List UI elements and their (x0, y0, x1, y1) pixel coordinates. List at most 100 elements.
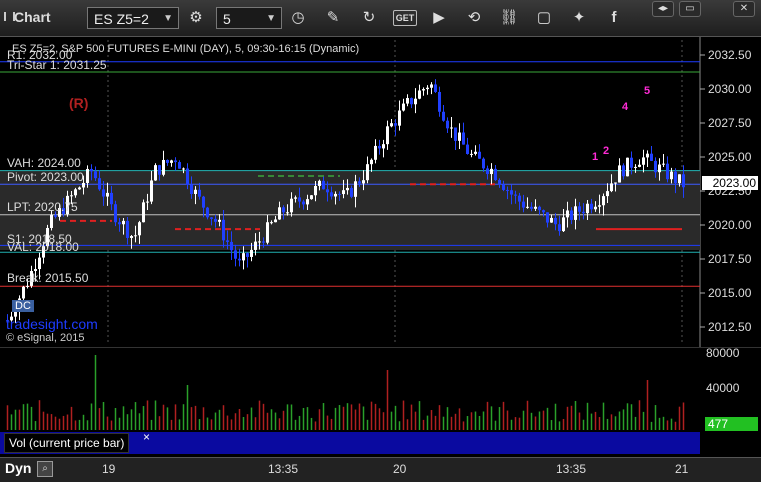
candle-body (286, 212, 289, 214)
candle-body (530, 206, 533, 209)
candle-body (314, 185, 317, 196)
candle-body (334, 193, 337, 197)
chat-icon[interactable]: ▢ (533, 7, 555, 29)
candle-body (122, 220, 125, 225)
dc-badge: DC (12, 300, 34, 312)
candle-body (442, 111, 445, 121)
interval-input[interactable]: 5 ▼ (216, 7, 282, 29)
pencil-icon[interactable]: ✎ (322, 7, 344, 29)
candle-body (450, 127, 453, 129)
candle-body (362, 180, 365, 184)
refresh-icon[interactable]: ↻ (358, 7, 380, 29)
candle-body (310, 195, 313, 200)
candle-body (402, 103, 405, 111)
candle-body (186, 168, 189, 185)
time-axis: Dyn ⌕ 19 13:35 20 13:35 21 (0, 457, 761, 482)
candle-body (194, 189, 197, 194)
candle-body (322, 180, 325, 190)
price-tick-label: 2025.00 (708, 150, 752, 164)
candle-body (254, 241, 257, 250)
candle-body (130, 236, 133, 238)
volume-label: Vol (current price bar) (4, 433, 130, 453)
candle-body (386, 126, 389, 145)
candle-body (630, 157, 633, 168)
candle-body (74, 189, 77, 196)
candle-body (566, 210, 569, 218)
volume-current-value: 477 (708, 417, 729, 431)
price-tick-label: 2030.00 (708, 82, 752, 96)
candle-body (154, 165, 157, 181)
candle-body (546, 212, 549, 223)
candle-body (138, 222, 141, 236)
candle-body (394, 123, 397, 126)
candle-body (98, 178, 101, 190)
candle-body (346, 187, 349, 191)
price-chart[interactable]: 2032.502030.002027.502025.002022.502020.… (0, 37, 761, 347)
clock-icon[interactable]: ◷ (287, 7, 309, 29)
candle-body (398, 110, 401, 126)
candle-body (22, 286, 25, 299)
maximize-button[interactable]: ▭ (679, 1, 701, 17)
close-volume-icon[interactable]: × (143, 430, 150, 444)
candle-body (618, 165, 621, 183)
candle-body (242, 253, 245, 261)
candle-body (262, 241, 265, 243)
magenta-count-5: 5 (644, 85, 651, 97)
candle-body (638, 164, 641, 167)
candle-body (358, 181, 361, 184)
refresh-circle-icon[interactable]: ⟲ (463, 7, 485, 29)
candle-body (614, 182, 617, 184)
candle-body (306, 199, 309, 205)
candle-body (486, 168, 489, 175)
candle-body (126, 220, 129, 238)
price-tick-label: 2017.50 (708, 252, 752, 266)
play-icon[interactable]: ▶ (428, 7, 450, 29)
candle-body (526, 206, 529, 208)
candle-body (382, 144, 385, 149)
candle-body (446, 120, 449, 129)
current-price-tag: 2023.00 (702, 176, 758, 190)
candle-body (658, 164, 661, 173)
candle-body (94, 171, 97, 179)
candle-body (166, 159, 169, 163)
time-label-21: 21 (675, 462, 689, 476)
candle-body (134, 235, 137, 237)
symbol-input[interactable]: ES Z5=2 ▼ (87, 7, 179, 29)
price-tick-label: 2012.50 (708, 320, 752, 334)
settings-icon[interactable]: ⚙ (185, 7, 207, 29)
facebook-icon[interactable]: f (603, 7, 625, 29)
candle-body (498, 180, 501, 185)
candle-body (150, 180, 153, 202)
candle-body (102, 189, 105, 197)
close-button[interactable]: ✕ (733, 1, 755, 17)
link-icon[interactable]: ⛓ (498, 7, 520, 29)
candle-body (318, 180, 321, 186)
candle-body (70, 195, 73, 197)
dyn-button[interactable]: Dyn (5, 460, 31, 476)
magnifier-icon[interactable]: ⌕ (37, 461, 53, 477)
candle-body (550, 217, 553, 223)
candle-body (502, 184, 505, 190)
current-price-value: 2023.00 (712, 176, 756, 190)
price-tick-label: 2020.00 (708, 218, 752, 232)
get-icon[interactable]: GET (393, 10, 417, 26)
candle-body (670, 171, 673, 180)
restore-button[interactable]: ◂▸ (652, 1, 674, 17)
chevron-down-icon[interactable]: ▼ (163, 8, 173, 30)
level-label-vah: VAH: 2024.00 (7, 156, 81, 170)
candle-body (142, 202, 145, 223)
twitter-icon[interactable]: ✦ (568, 7, 590, 29)
candle-body (558, 224, 561, 232)
window-title: Chart (14, 9, 51, 25)
candle-body (246, 253, 249, 257)
chevron-down-icon[interactable]: ▼ (266, 8, 276, 30)
candle-body (218, 219, 221, 222)
magenta-count-1: 1 (592, 151, 599, 163)
candle-body (494, 168, 497, 181)
candle-body (650, 153, 653, 161)
candle-body (230, 241, 233, 251)
candle-body (626, 157, 629, 177)
candle-body (542, 210, 545, 213)
candle-body (422, 89, 425, 91)
candle-body (270, 222, 273, 224)
